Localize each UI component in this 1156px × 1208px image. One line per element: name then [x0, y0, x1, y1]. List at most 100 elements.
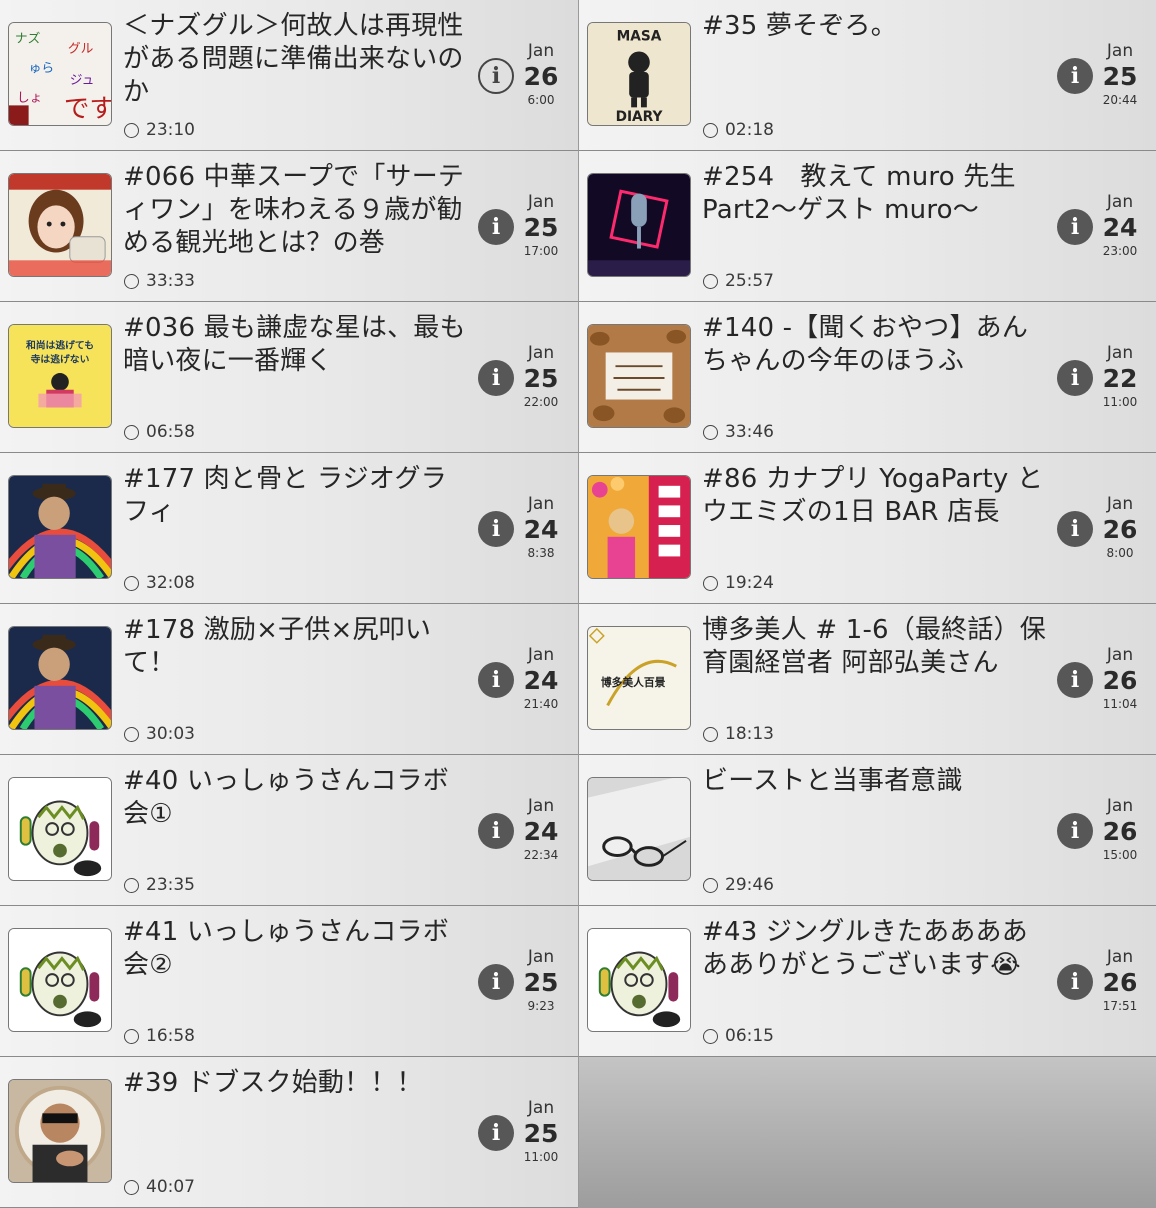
episode-duration: 33:33: [124, 271, 195, 291]
episode-title: #140 -【聞くおやつ】あんちゃんの今年のほうふ: [702, 313, 1029, 376]
info-icon[interactable]: i: [1057, 360, 1093, 396]
episode-row[interactable]: #254 教えて muro 先生 Part2～ゲスト muro～ 25:57 i…: [578, 151, 1156, 302]
date-month: Jan: [527, 494, 555, 514]
info-icon[interactable]: i: [478, 813, 514, 849]
info-icon[interactable]: i: [1057, 209, 1093, 245]
episode-date: Jan 26 8:00: [1097, 493, 1143, 561]
clock-icon: [703, 273, 718, 289]
info-icon[interactable]: i: [478, 964, 514, 1000]
duration-text: 19:24: [725, 573, 774, 593]
clock-icon: [703, 1028, 718, 1044]
episode-row[interactable]: #40 いっしゅうさんコラボ会① 23:35 i Jan 24 22:34: [0, 755, 578, 906]
thumb-line-1: 和尚は逃げても: [26, 339, 94, 352]
date-day: 26: [1102, 666, 1138, 695]
date-month: Jan: [527, 796, 555, 816]
svg-text:ジュ: ジュ: [70, 73, 95, 88]
episode-duration: 23:35: [124, 875, 195, 895]
info-icon[interactable]: i: [1057, 813, 1093, 849]
episode-row[interactable]: #178 激励×子供×尻叩いて！ 30:03 i Jan 24 21:40: [0, 604, 578, 755]
info-icon[interactable]: i: [478, 1115, 514, 1151]
date-day: 22: [1102, 364, 1138, 393]
episode-date: Jan 22 11:00: [1097, 342, 1143, 410]
episode-row[interactable]: #177 肉と骨と ラジオグラフィ 32:08 i Jan 24 8:38: [0, 453, 578, 604]
episode-duration: 40:07: [124, 1177, 195, 1197]
episode-row[interactable]: #140 -【聞くおやつ】あんちゃんの今年のほうふ 33:46 i Jan 22…: [578, 302, 1156, 453]
episode-title: #39 ドブスク始動！！！: [123, 1068, 423, 1098]
episode-date: Jan 25 20:44: [1097, 40, 1143, 108]
empty-cell: [578, 1057, 1156, 1208]
episode-row[interactable]: #86 カナプリ YogaParty とウエミズの1日 BAR 店長 19:24…: [578, 453, 1156, 604]
clock-icon: [124, 122, 139, 138]
episode-row[interactable]: #43 ジングルきたあああああありがとうございます😭 06:15 i Jan 2…: [578, 906, 1156, 1057]
clock-icon: [703, 122, 718, 138]
clock-icon: [124, 424, 139, 440]
episode-duration: 02:18: [703, 120, 774, 140]
egg-character-icon: [587, 928, 691, 1032]
info-icon[interactable]: i: [1057, 662, 1093, 698]
episode-duration: 25:57: [703, 271, 774, 291]
date-time: 22:34: [523, 848, 559, 862]
episode-row[interactable]: #39 ドブスク始動！！！ 40:07 i Jan 25 11:00: [0, 1057, 578, 1208]
episode-row[interactable]: #41 いっしゅうさんコラボ会② 16:58 i Jan 25 9:23: [0, 906, 578, 1057]
episode-title: #066 中華スープで「サーティワン」を味わえる９歳が勧める観光地とは？の巻: [123, 162, 465, 258]
date-time: 8:00: [1106, 546, 1134, 560]
info-icon[interactable]: i: [1057, 511, 1093, 547]
woman-flowers-icon: [587, 475, 691, 579]
date-time: 17:00: [523, 244, 559, 258]
episode-duration: 29:46: [703, 875, 774, 895]
info-icon[interactable]: i: [478, 360, 514, 396]
date-month: Jan: [527, 645, 555, 665]
man-portrait-icon: [8, 1079, 112, 1183]
duration-text: 33:46: [725, 422, 774, 442]
date-day: 26: [1102, 968, 1138, 997]
episode-duration: 18:13: [703, 724, 774, 744]
info-icon[interactable]: i: [478, 58, 514, 94]
episode-title: #036 最も謙虚な星は、最も暗い夜に一番輝く: [123, 313, 466, 376]
episode-title: #41 いっしゅうさんコラボ会②: [123, 917, 449, 980]
duration-text: 16:58: [146, 1026, 195, 1046]
duration-text: 33:33: [146, 271, 195, 291]
date-month: Jan: [1106, 947, 1134, 967]
episode-date: Jan 25 9:23: [518, 946, 564, 1014]
info-icon[interactable]: i: [478, 511, 514, 547]
clock-icon: [124, 726, 139, 742]
date-day: 25: [523, 1119, 559, 1148]
episode-row[interactable]: #066 中華スープで「サーティワン」を味わえる９歳が勧める観光地とは？の巻 3…: [0, 151, 578, 302]
date-time: 20:44: [1102, 93, 1138, 107]
egg-character-icon: [8, 777, 112, 881]
info-icon[interactable]: i: [478, 209, 514, 245]
date-day: 25: [523, 213, 559, 242]
info-icon[interactable]: i: [478, 662, 514, 698]
yellow-book-icon: 和尚は逃げても 寺は逃げない: [8, 324, 112, 428]
svg-text:しょ: しょ: [17, 90, 43, 105]
duration-text: 06:58: [146, 422, 195, 442]
episode-row[interactable]: ビーストと当事者意識 29:46 i Jan 26 15:00: [578, 755, 1156, 906]
robot-rainbow-icon: [8, 475, 112, 579]
date-day: 25: [523, 968, 559, 997]
date-day: 26: [1102, 817, 1138, 846]
info-icon[interactable]: i: [1057, 58, 1093, 94]
date-day: 26: [1102, 515, 1138, 544]
episode-row[interactable]: 和尚は逃げても 寺は逃げない #036 最も謙虚な星は、最も暗い夜に一番輝く 0…: [0, 302, 578, 453]
date-month: Jan: [527, 41, 555, 61]
date-time: 8:38: [527, 546, 555, 560]
clock-icon: [124, 877, 139, 893]
duration-text: 18:13: [725, 724, 774, 744]
date-month: Jan: [1106, 494, 1134, 514]
date-time: 17:51: [1102, 999, 1138, 1013]
masa-diary-icon: MASA DIARY: [587, 22, 691, 126]
episode-row[interactable]: ナズ グル ゅら ジュ しょ です ＜ナズグル＞何故人は再現性がある問題に準備出来ないの…: [0, 0, 578, 151]
episode-row[interactable]: 博多美人百景 博多美人 # 1-6（最終話）保育園経営者 阿部弘美さん 18:1…: [578, 604, 1156, 755]
duration-text: 06:15: [725, 1026, 774, 1046]
info-icon[interactable]: i: [1057, 964, 1093, 1000]
episode-row[interactable]: MASA DIARY #35 夢そぞろ。 02:18 i Jan 25 20:4…: [578, 0, 1156, 151]
episode-grid: ナズ グル ゅら ジュ しょ です ＜ナズグル＞何故人は再現性がある問題に準備出来ないの…: [0, 0, 1156, 1208]
thumb-line-2: 寺は逃げない: [31, 352, 90, 365]
duration-text: 32:08: [146, 573, 195, 593]
episode-title: ＜ナズグル＞何故人は再現性がある問題に準備出来ないのか: [123, 11, 464, 107]
episode-duration: 16:58: [124, 1026, 195, 1046]
episode-duration: 19:24: [703, 573, 774, 593]
episode-title: #177 肉と骨と ラジオグラフィ: [123, 464, 447, 527]
robot-rainbow-icon: [8, 626, 112, 730]
episode-duration: 06:58: [124, 422, 195, 442]
